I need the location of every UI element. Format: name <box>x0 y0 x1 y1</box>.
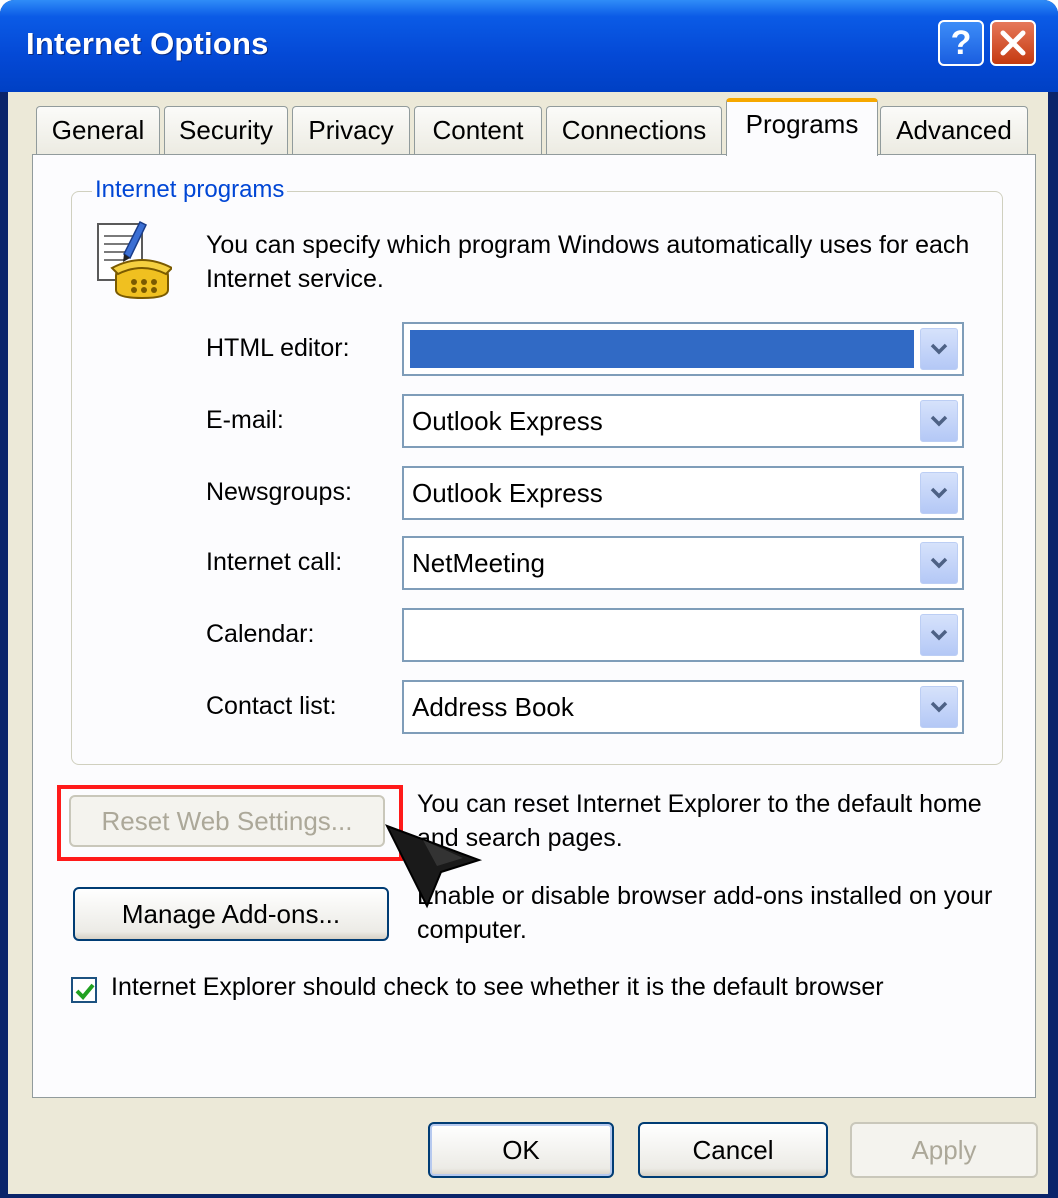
apply-button[interactable]: Apply <box>850 1122 1038 1178</box>
chevron-down-icon <box>930 557 948 569</box>
internet-call-label: Internet call: <box>206 548 343 576</box>
dropdown-button[interactable] <box>920 472 958 514</box>
html-editor-select[interactable] <box>402 322 964 376</box>
tab-general[interactable]: General <box>36 106 160 154</box>
close-icon <box>1000 30 1026 56</box>
programs-telephone-icon <box>97 220 172 300</box>
group-legend: Internet programs <box>92 176 288 204</box>
dropdown-button[interactable] <box>920 400 958 442</box>
chevron-down-icon <box>930 701 948 713</box>
newsgroups-select[interactable]: Outlook Express <box>402 466 964 520</box>
title-bar[interactable]: Internet Options ? <box>0 0 1058 92</box>
html-editor-label: HTML editor: <box>206 334 350 362</box>
dialog-client-area: General Security Privacy Content Connect… <box>8 92 1048 1194</box>
newsgroups-label: Newsgroups: <box>206 478 352 506</box>
internet-options-window: Internet Options ? General Security Priv… <box>0 0 1058 1198</box>
mouse-cursor-icon <box>384 824 483 909</box>
dropdown-button[interactable] <box>920 686 958 728</box>
tab-privacy[interactable]: Privacy <box>292 106 410 154</box>
dropdown-button[interactable] <box>920 542 958 584</box>
checkmark-icon <box>75 983 95 1000</box>
internet-call-select[interactable]: NetMeeting <box>402 536 964 590</box>
window-title: Internet Options <box>26 26 269 61</box>
reset-description: You can reset Internet Explorer to the d… <box>417 790 982 852</box>
html-editor-selection <box>410 330 914 368</box>
contact-list-select[interactable]: Address Book <box>402 680 964 734</box>
calendar-label: Calendar: <box>206 620 315 648</box>
chevron-down-icon <box>930 487 948 499</box>
help-button[interactable]: ? <box>938 20 984 66</box>
default-browser-label: Internet Explorer should check to see wh… <box>111 973 884 1001</box>
internet-programs-group: Internet programs You can specify which … <box>71 176 1003 765</box>
email-select[interactable]: Outlook Express <box>402 394 964 448</box>
tab-content[interactable]: Content <box>414 106 542 154</box>
contact-list-label: Contact list: <box>206 692 337 720</box>
programs-description: You can specify which program Windows au… <box>206 231 970 293</box>
chevron-down-icon <box>930 415 948 427</box>
tab-connections[interactable]: Connections <box>546 106 722 154</box>
highlight-box <box>57 785 403 861</box>
close-button[interactable] <box>990 20 1036 66</box>
ok-button[interactable]: OK <box>428 1122 614 1178</box>
tab-advanced[interactable]: Advanced <box>880 106 1028 154</box>
programs-tab-panel: Internet programs You can specify which … <box>32 154 1036 1098</box>
dropdown-button[interactable] <box>920 614 958 656</box>
email-label: E-mail: <box>206 406 284 434</box>
tab-security[interactable]: Security <box>164 106 288 154</box>
addons-description: Enable or disable browser add-ons instal… <box>417 882 993 944</box>
tab-programs[interactable]: Programs <box>726 98 878 156</box>
chevron-down-icon <box>930 343 948 355</box>
dropdown-button[interactable] <box>920 328 958 370</box>
calendar-select[interactable] <box>402 608 964 662</box>
manage-addons-button[interactable]: Manage Add-ons... <box>73 887 389 941</box>
chevron-down-icon <box>930 629 948 641</box>
default-browser-checkbox[interactable] <box>71 977 97 1003</box>
cancel-button[interactable]: Cancel <box>638 1122 828 1178</box>
